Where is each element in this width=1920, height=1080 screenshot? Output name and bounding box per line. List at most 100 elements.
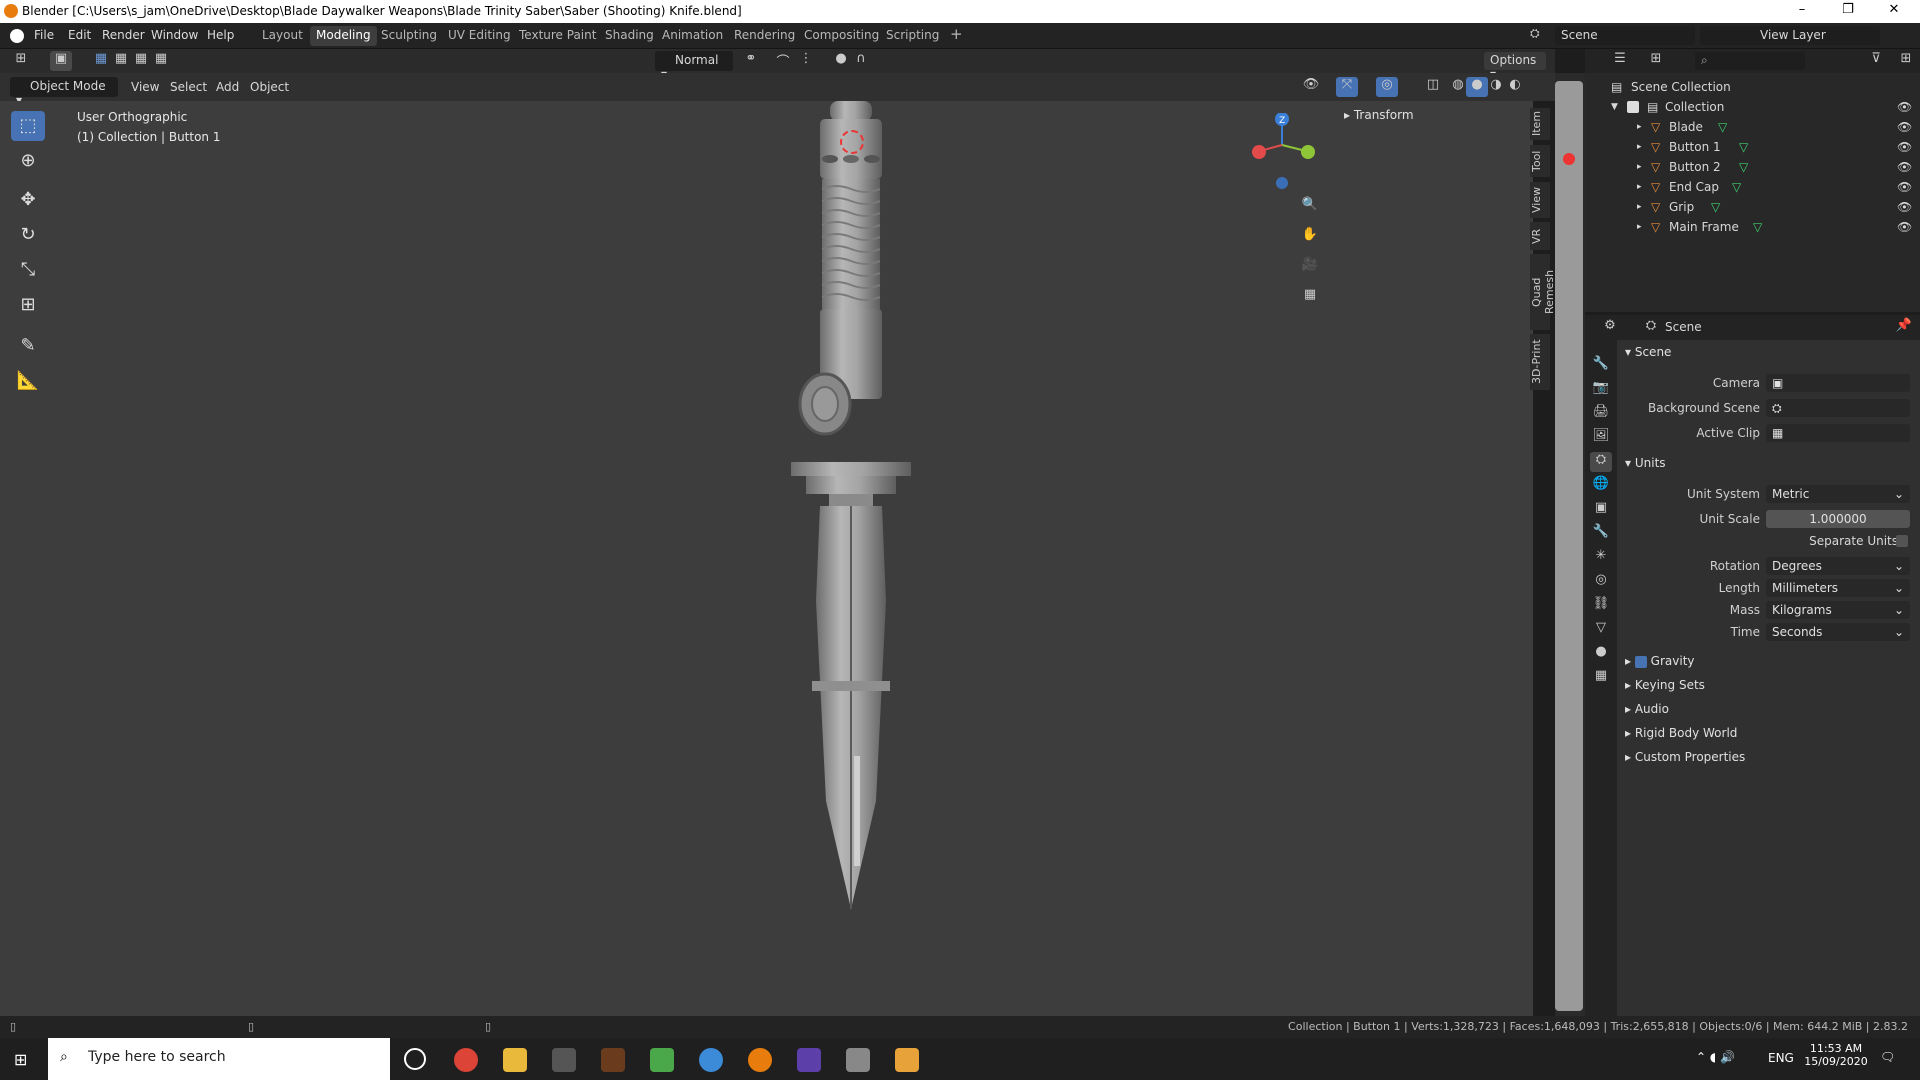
annotate-tool-icon[interactable]: ✎ <box>11 331 45 361</box>
tool-tab-icon[interactable]: 🔧 <box>1590 356 1612 376</box>
visibility-eye-icon[interactable]: 👁 <box>1897 140 1912 154</box>
mesh-data-icon[interactable]: ▽ <box>1739 160 1748 174</box>
menu-file[interactable]: File <box>34 28 54 42</box>
outliner-row-scene-collection[interactable]: ▤ Scene Collection <box>1585 77 1920 97</box>
outliner-row-object[interactable]: ▸ ▽ Grip ▽ 👁 <box>1585 197 1920 217</box>
rigid-body-section-header[interactable]: ▸ Rigid Body World <box>1625 726 1737 740</box>
selection-mode-subtract-icon[interactable]: ▦ <box>130 51 152 71</box>
background-scene-field[interactable]: ⛭ <box>1766 399 1910 417</box>
modifier-tab-icon[interactable]: 🔧 <box>1590 524 1612 544</box>
material-tab-icon[interactable]: ● <box>1590 644 1612 664</box>
knife-model[interactable] <box>780 101 930 916</box>
blender-taskbar-icon[interactable] <box>748 1048 772 1072</box>
options-dropdown[interactable]: Options ▾ <box>1484 52 1546 81</box>
tab-3d-print[interactable]: 3D-Print <box>1530 334 1550 390</box>
expand-arrow-icon[interactable]: ▼ <box>1611 102 1618 112</box>
close-button[interactable]: ✕ <box>1874 2 1914 20</box>
outliner-search-input[interactable]: ⌕ <box>1695 52 1805 70</box>
outliner-row-object[interactable]: ▸ ▽ Blade ▽ 👁 <box>1585 117 1920 137</box>
scene-browse-icon[interactable]: ⛭ <box>1530 26 1550 46</box>
pin-icon[interactable]: 📌 <box>1893 318 1915 338</box>
outliner-row-object[interactable]: ▸ ▽ End Cap ▽ 👁 <box>1585 177 1920 197</box>
transform-panel-header[interactable]: ▸ Transform <box>1336 105 1532 127</box>
3d-cursor-icon[interactable] <box>840 130 864 154</box>
camera-view-icon[interactable]: 🎥 <box>1299 257 1321 277</box>
custom-properties-section-header[interactable]: ▸ Custom Properties <box>1625 750 1745 764</box>
expand-arrow-icon[interactable]: ▸ <box>1637 122 1642 132</box>
menu-help[interactable]: Help <box>207 28 234 42</box>
transform-tool-icon[interactable]: ⊞ <box>11 290 45 320</box>
tab-texture-paint[interactable]: Texture Paint <box>513 26 602 46</box>
mesh-data-icon[interactable]: ▽ <box>1718 120 1727 134</box>
select-box-tool-icon[interactable]: ⬚ <box>11 111 45 141</box>
mass-dropdown[interactable]: Kilograms ⌄ <box>1766 601 1910 619</box>
visibility-eye-icon[interactable]: 👁 <box>1897 200 1912 214</box>
unit-system-dropdown[interactable]: Metric ⌄ <box>1766 485 1910 503</box>
selection-mode-intersect-icon[interactable]: ▦ <box>150 51 172 71</box>
blender-menu-icon[interactable] <box>10 29 24 43</box>
expand-arrow-icon[interactable]: ▸ <box>1637 142 1642 152</box>
tab-shading[interactable]: Shading <box>599 26 660 46</box>
snap-icon[interactable]: ⌒ <box>772 51 794 71</box>
outliner-row-object[interactable]: ▸ ▽ Main Frame ▽ 👁 <box>1585 217 1920 237</box>
mesh-data-icon[interactable]: ▽ <box>1753 220 1762 234</box>
tab-layout[interactable]: Layout <box>256 26 309 46</box>
chrome-icon[interactable] <box>454 1048 478 1072</box>
mode-dropdown[interactable]: Object Mode ▾ <box>10 77 118 107</box>
menu-render[interactable]: Render <box>102 28 145 42</box>
filter-icon[interactable]: ⊽ <box>1865 51 1887 71</box>
outliner-row-object[interactable]: ▸ ▽ Button 1 ▽ 👁 <box>1585 137 1920 157</box>
scene-section-header[interactable]: ▾ Scene <box>1625 345 1671 359</box>
clock[interactable]: 11:53 AM 15/09/2020 <box>1802 1042 1870 1068</box>
tab-vr[interactable]: VR <box>1530 222 1550 250</box>
menu-add[interactable]: Add <box>216 80 239 94</box>
restore-button[interactable]: ❐ <box>1828 2 1868 20</box>
windows-start-icon[interactable]: ⊞ <box>14 1050 32 1069</box>
app-icon-n[interactable] <box>895 1048 919 1072</box>
tab-modeling[interactable]: Modeling <box>310 26 377 46</box>
visibility-eye-icon[interactable]: 👁 <box>1897 220 1912 234</box>
collection-checkbox[interactable] <box>1627 101 1639 113</box>
tab-compositing[interactable]: Compositing <box>798 26 885 46</box>
visibility-eye-icon[interactable]: 👁 <box>1897 100 1912 114</box>
unit-scale-field[interactable]: 1.000000 <box>1766 510 1910 528</box>
orientation-dropdown[interactable]: Normal ▾ <box>655 51 733 81</box>
navigation-gizmo[interactable]: Z <box>1250 113 1320 193</box>
gravity-checkbox[interactable] <box>1634 655 1647 668</box>
texture-tab-icon[interactable]: ▦ <box>1590 668 1612 688</box>
language-indicator[interactable]: ENG <box>1768 1051 1794 1065</box>
separate-units-checkbox[interactable] <box>1896 535 1908 547</box>
mesh-data-icon[interactable]: ▽ <box>1732 180 1741 194</box>
visibility-icon[interactable]: 👁 <box>1300 77 1322 97</box>
rotation-dropdown[interactable]: Degrees ⌄ <box>1766 557 1910 575</box>
cortana-icon[interactable] <box>404 1048 426 1070</box>
display-mode-icon[interactable]: ☰ <box>1609 51 1631 71</box>
mail-icon[interactable] <box>846 1048 870 1072</box>
mesh-data-icon[interactable]: ▽ <box>1739 140 1748 154</box>
tab-rendering[interactable]: Rendering <box>728 26 801 46</box>
pan-hand-icon[interactable]: ✋ <box>1299 227 1321 247</box>
app-icon-4[interactable] <box>699 1048 723 1072</box>
menu-edit[interactable]: Edit <box>68 28 91 42</box>
visibility-eye-icon[interactable]: 👁 <box>1897 180 1912 194</box>
tray-icons[interactable]: ⌃ ◖ 🔊 <box>1696 1050 1735 1064</box>
tab-quad-remesh[interactable]: Quad Remesh <box>1530 254 1556 330</box>
app-icon-3[interactable] <box>650 1048 674 1072</box>
expand-arrow-icon[interactable]: ▸ <box>1637 202 1642 212</box>
minimize-button[interactable]: – <box>1782 2 1822 20</box>
new-collection-icon[interactable]: ⊞ <box>1895 51 1917 71</box>
time-dropdown[interactable]: Seconds ⌄ <box>1766 623 1910 641</box>
xray-icon[interactable]: ◫ <box>1422 77 1444 97</box>
app-icon-1[interactable] <box>552 1048 576 1072</box>
active-clip-field[interactable]: ▦ <box>1766 424 1910 442</box>
editor-type-icon[interactable]: ⚙ <box>1599 318 1621 338</box>
expand-arrow-icon[interactable]: ▸ <box>1637 182 1642 192</box>
visibility-eye-icon[interactable]: 👁 <box>1897 160 1912 174</box>
measure-tool-icon[interactable]: 📐 <box>11 366 45 396</box>
menu-window[interactable]: Window <box>151 28 198 42</box>
app-icon-5[interactable] <box>797 1048 821 1072</box>
tab-item[interactable]: Item <box>1530 108 1550 140</box>
proportional-edit-icon[interactable]: ● <box>830 51 852 71</box>
scene-tab-icon[interactable]: ⛭ <box>1590 452 1612 472</box>
snap-target-icon[interactable]: ⋮ <box>795 51 817 71</box>
